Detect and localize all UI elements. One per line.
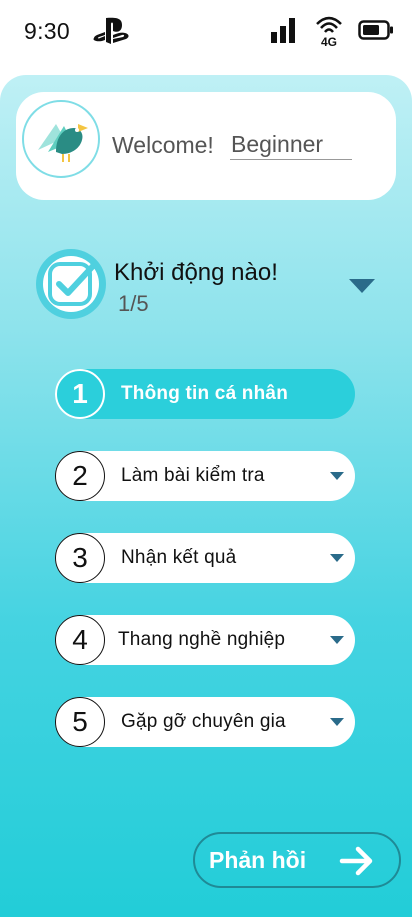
caret-down-icon (330, 718, 344, 726)
collapse-button[interactable] (344, 269, 380, 299)
step-number: 3 (55, 533, 105, 583)
arrow-right-icon (339, 846, 373, 876)
status-time: 9:30 (24, 18, 70, 44)
feedback-label: Phản hồi (209, 847, 307, 873)
step-label: Làm bài kiểm tra (121, 465, 265, 486)
step-3[interactable]: 3 Nhận kết quả (55, 533, 355, 583)
caret-down-icon (349, 279, 375, 293)
step-label: Thang nghề nghiệp (118, 629, 286, 650)
step-number: 5 (55, 697, 105, 747)
step-5[interactable]: 5 Gặp gỡ chuyên gia (55, 697, 355, 747)
signal-icon (271, 18, 295, 43)
step-4[interactable]: 4 Thang nghề nghiệp (55, 615, 355, 665)
step-1[interactable]: 1 Thông tin cá nhân (55, 369, 355, 419)
main-panel: Welcome! Khởi động nào! 1/5 1 Thông tin … (0, 75, 412, 917)
4g-icon: 4G (314, 12, 344, 49)
step-2[interactable]: 2 Làm bài kiểm tra (55, 451, 355, 501)
progress-header: Khởi động nào! 1/5 (36, 249, 386, 325)
step-number: 4 (55, 615, 105, 665)
feedback-button[interactable]: Phản hồi (193, 832, 401, 888)
playstation-icon (93, 17, 129, 44)
avatar[interactable] (22, 100, 100, 178)
username-field[interactable] (230, 130, 352, 160)
step-label: Thông tin cá nhân (121, 383, 288, 404)
step-number: 2 (55, 451, 105, 501)
battery-icon (358, 20, 393, 40)
caret-down-icon (330, 636, 344, 644)
step-label: Gặp gỡ chuyên gia (121, 711, 286, 732)
bird-icon (38, 124, 88, 162)
check-icon (48, 262, 96, 306)
step-label: Nhận kết quả (121, 547, 237, 568)
status-bar: 9:30 4G (0, 0, 412, 64)
caret-down-icon (330, 472, 344, 480)
welcome-greeting: Welcome! (112, 132, 214, 158)
progress-title: Khởi động nào! (114, 259, 278, 286)
caret-down-icon (330, 554, 344, 562)
step-number: 1 (55, 369, 105, 419)
network-label: 4G (321, 35, 337, 48)
progress-count: 1/5 (118, 291, 149, 316)
welcome-card: Welcome! (16, 92, 396, 200)
progress-check (36, 249, 106, 319)
